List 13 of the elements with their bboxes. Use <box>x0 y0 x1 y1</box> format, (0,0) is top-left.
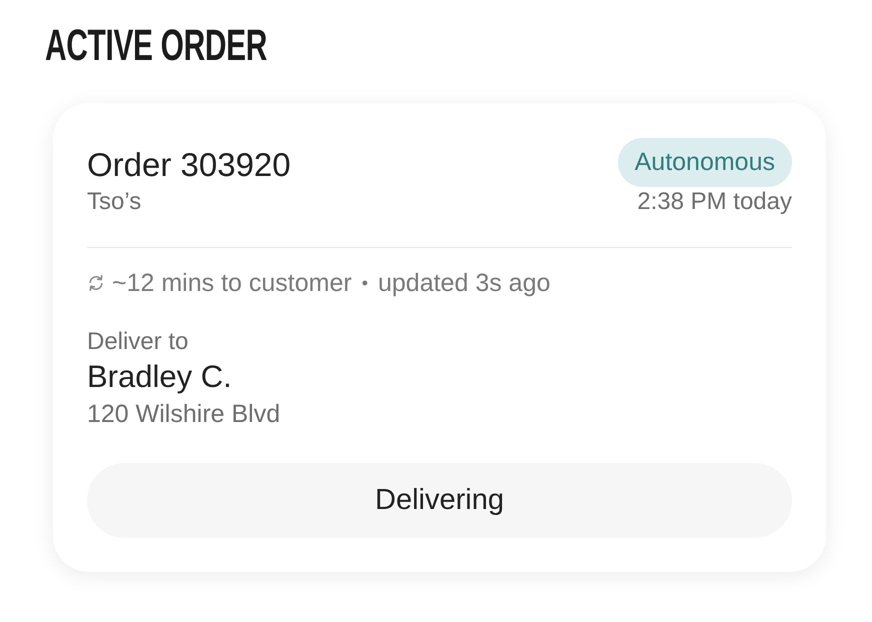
restaurant-name: Tso’s <box>87 188 142 216</box>
refresh-icon <box>87 274 105 292</box>
delivery-address: 120 Wilshire Blvd <box>87 400 282 428</box>
status-button[interactable]: Delivering <box>87 463 792 538</box>
order-time: 2:38 PM today <box>637 188 792 216</box>
order-title: Order 303920 <box>87 145 291 185</box>
separator-dot: • <box>362 272 368 295</box>
section-heading: ACTIVE ORDER <box>45 26 267 66</box>
eta-text: ~12 mins to customer <box>112 268 352 298</box>
autonomous-badge: Autonomous <box>618 138 792 187</box>
deliver-to-label: Deliver to <box>87 328 190 356</box>
updated-text: updated 3s ago <box>378 268 550 298</box>
customer-name: Bradley C. <box>87 359 233 395</box>
